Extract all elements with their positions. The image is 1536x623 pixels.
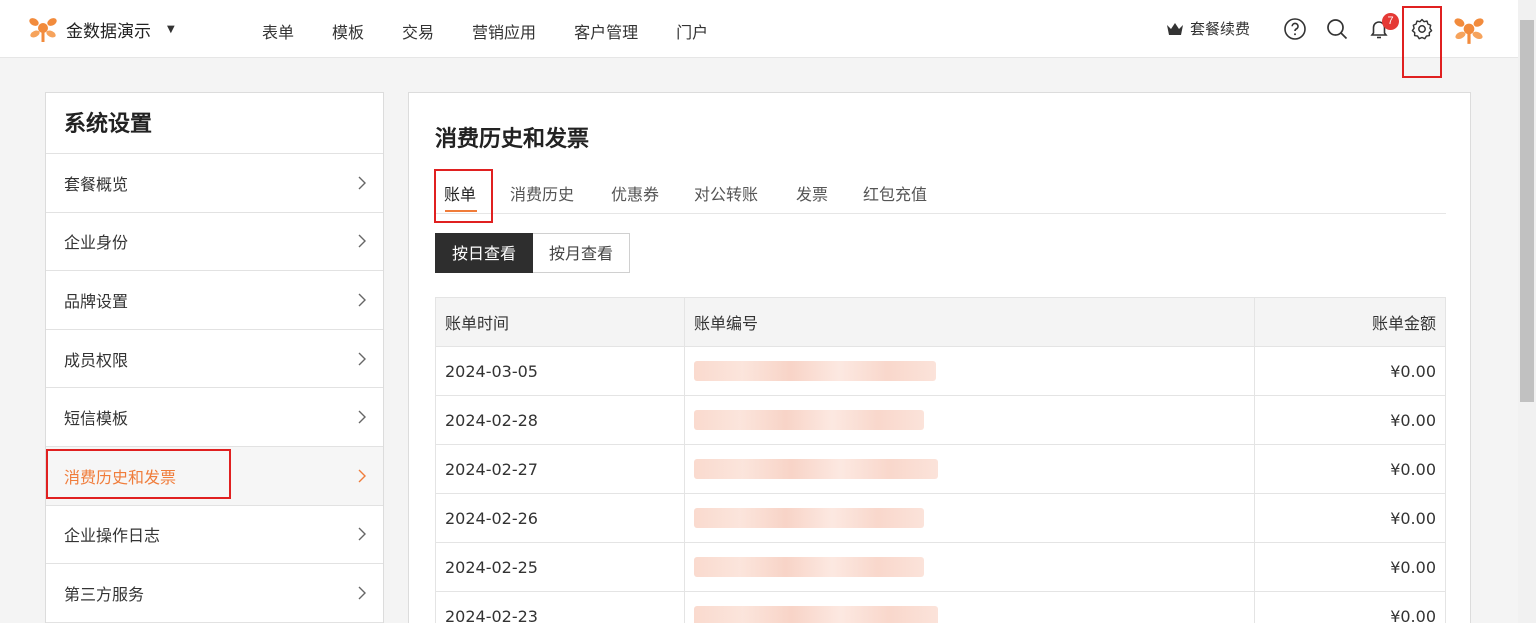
nav-item-portal[interactable]: 门户 [676, 19, 708, 43]
column-header-bill-amount: 账单金额 [1254, 297, 1446, 347]
page-title: 消费历史和发票 [435, 127, 590, 152]
renew-plan-button[interactable]: 套餐续费 [1166, 18, 1250, 39]
page-scrollbar[interactable] [1518, 0, 1536, 623]
tab-bills[interactable]: 账单 [444, 181, 476, 205]
sidebar-item-label: 企业操作日志 [64, 526, 161, 546]
chevron-right-icon [358, 176, 366, 190]
top-bar: 金数据演示 ▼ 表单 模板 交易 营销应用 客户管理 门户 套餐续费 7 [0, 0, 1518, 58]
sidebar-item-label: 品牌设置 [64, 291, 129, 311]
bill-date: 2024-02-23 [435, 591, 685, 623]
chevron-right-icon [358, 234, 366, 248]
bill-amount: ¥0.00 [1254, 542, 1446, 592]
bill-amount: ¥0.00 [1254, 591, 1446, 623]
sidebar-item-sms-templates[interactable]: 短信模板 [46, 388, 383, 447]
nav-item-forms[interactable]: 表单 [262, 19, 294, 43]
nav-item-templates[interactable]: 模板 [332, 19, 364, 43]
bill-amount: ¥0.00 [1254, 493, 1446, 543]
nav-item-transactions[interactable]: 交易 [402, 19, 434, 43]
logo-icon [29, 18, 57, 42]
bill-amount: ¥0.00 [1254, 444, 1446, 494]
bill-number-redacted [684, 444, 1255, 494]
bill-amount: ¥0.00 [1254, 346, 1446, 396]
brand-switcher[interactable]: 金数据演示 ▼ [28, 14, 175, 44]
bill-date: 2024-02-26 [435, 493, 685, 543]
sidebar-item-label: 消费历史和发票 [64, 467, 177, 487]
scrollbar-thumb[interactable] [1520, 20, 1534, 402]
help-icon[interactable] [1283, 17, 1307, 41]
sidebar-item-brand-settings[interactable]: 品牌设置 [46, 271, 383, 330]
bill-date: 2024-02-28 [435, 395, 685, 445]
table-row: 2024-02-28 ¥0.00 [435, 395, 1446, 445]
main-nav: 表单 模板 交易 营销应用 客户管理 门户 [262, 19, 746, 43]
table-row: 2024-02-25 ¥0.00 [435, 542, 1446, 592]
active-tab-indicator [445, 210, 477, 212]
view-by-month-button[interactable]: 按月查看 [533, 233, 631, 273]
sidebar-item-billing-invoices[interactable]: 消费历史和发票 [46, 446, 383, 506]
table-row: 2024-02-27 ¥0.00 [435, 444, 1446, 494]
caret-down-icon: ▼ [167, 23, 175, 35]
tab-consumption-history[interactable]: 消费历史 [510, 181, 574, 205]
avatar[interactable] [1452, 14, 1486, 46]
chevron-right-icon [358, 469, 366, 483]
bill-date: 2024-03-05 [435, 346, 685, 396]
nav-item-customers[interactable]: 客户管理 [574, 19, 638, 43]
bill-date: 2024-02-25 [435, 542, 685, 592]
bill-date: 2024-02-27 [435, 444, 685, 494]
tab-red-packet-recharge[interactable]: 红包充值 [863, 181, 927, 205]
column-header-bill-number: 账单编号 [684, 297, 1255, 347]
column-header-bill-time: 账单时间 [435, 297, 685, 347]
sidebar-title: 系统设置 [46, 93, 383, 154]
sidebar-item-label: 套餐概览 [64, 174, 129, 194]
sidebar-item-label: 企业身份 [64, 233, 129, 253]
bills-table: 账单时间 账单编号 账单金额 2024-03-05 ¥0.00 2024-02-… [435, 297, 1446, 623]
chevron-right-icon [358, 410, 366, 424]
bill-amount: ¥0.00 [1254, 395, 1446, 445]
sidebar-item-plan-overview[interactable]: 套餐概览 [46, 154, 383, 213]
sidebar-item-enterprise-identity[interactable]: 企业身份 [46, 213, 383, 272]
sidebar-item-label: 第三方服务 [64, 584, 145, 604]
nav-item-marketing[interactable]: 营销应用 [472, 19, 536, 43]
bill-number-redacted [684, 591, 1255, 623]
bill-number-redacted [684, 395, 1255, 445]
sidebar-item-operation-log[interactable]: 企业操作日志 [46, 506, 383, 565]
tab-bar: 账单 消费历史 优惠券 对公转账 发票 红包充值 [435, 170, 1446, 214]
gear-icon[interactable] [1410, 17, 1434, 41]
search-icon[interactable] [1325, 17, 1349, 41]
bill-number-redacted [684, 493, 1255, 543]
sidebar-item-third-party[interactable]: 第三方服务 [46, 564, 383, 623]
tab-bank-transfer[interactable]: 对公转账 [694, 181, 758, 205]
bill-number-redacted [684, 542, 1255, 592]
renew-plan-label: 套餐续费 [1190, 20, 1251, 38]
sidebar-item-label: 短信模板 [64, 409, 129, 429]
sidebar-item-member-permissions[interactable]: 成员权限 [46, 330, 383, 389]
settings-sidebar: 系统设置 套餐概览 企业身份 品牌设置 成员权限 短信模板 消费历史和发票 企业… [45, 92, 384, 623]
table-row: 2024-02-23 ¥0.00 [435, 591, 1446, 623]
chevron-right-icon [358, 352, 366, 366]
view-by-day-button[interactable]: 按日查看 [435, 233, 534, 273]
chevron-right-icon [358, 527, 366, 541]
org-name: 金数据演示 [66, 21, 151, 42]
main-panel: 消费历史和发票 账单 消费历史 优惠券 对公转账 发票 红包充值 按日查看 按月… [408, 92, 1471, 623]
tab-invoices[interactable]: 发票 [796, 181, 828, 205]
notification-badge: 7 [1382, 13, 1399, 30]
bill-number-redacted [684, 346, 1255, 396]
tab-coupons[interactable]: 优惠券 [611, 181, 659, 205]
sidebar-item-label: 成员权限 [64, 350, 129, 370]
table-row: 2024-03-05 ¥0.00 [435, 346, 1446, 396]
crown-icon [1167, 22, 1183, 35]
chevron-right-icon [358, 293, 366, 307]
table-row: 2024-02-26 ¥0.00 [435, 493, 1446, 543]
chevron-right-icon [358, 586, 366, 600]
table-header-row: 账单时间 账单编号 账单金额 [435, 297, 1446, 347]
view-toggle: 按日查看 按月查看 [435, 233, 631, 273]
